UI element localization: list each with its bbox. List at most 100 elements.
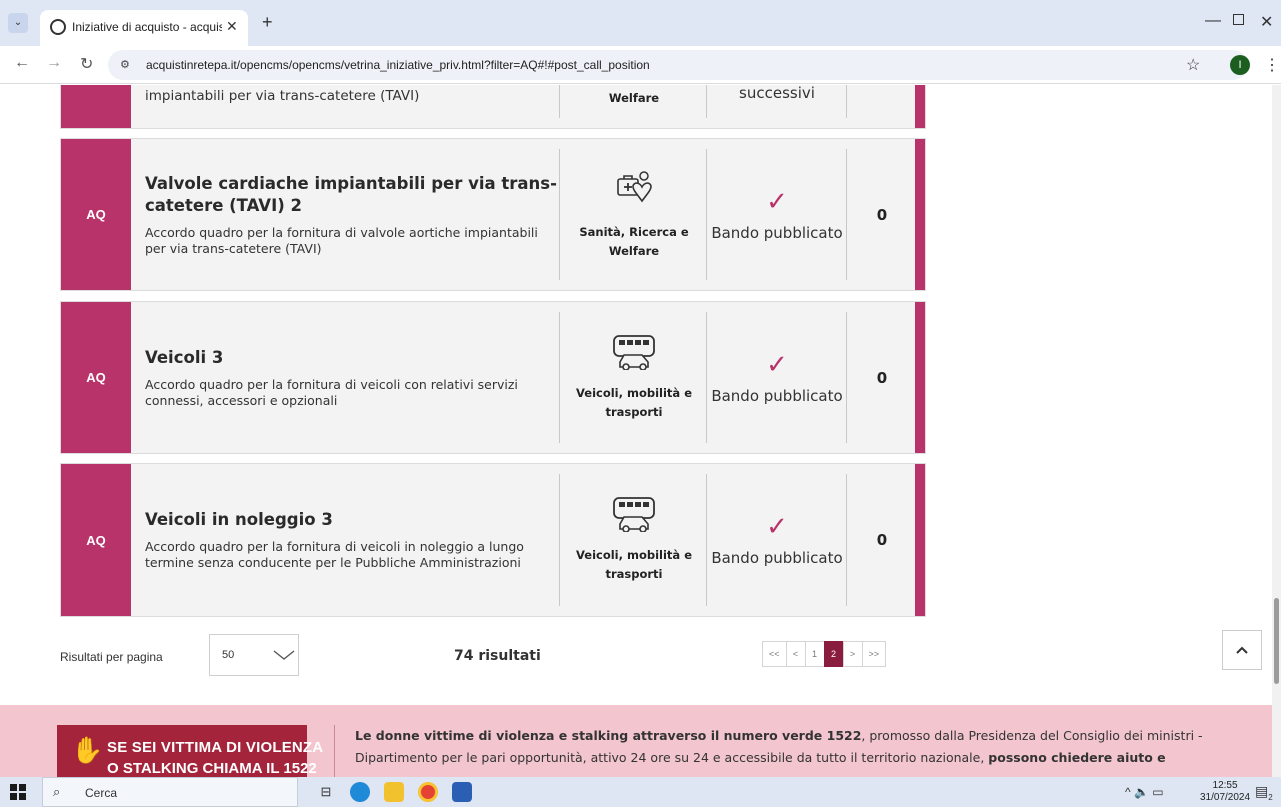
- results-count: 74 risultati: [454, 648, 541, 664]
- notification-center-icon[interactable]: ▤2: [1255, 783, 1273, 802]
- divider: [559, 149, 560, 280]
- system-tray[interactable]: ^ 🔈 ▭: [1125, 785, 1164, 799]
- results-per-page-select[interactable]: 50: [209, 634, 299, 676]
- checkmark-icon: ✓: [766, 185, 788, 216]
- minimize-icon[interactable]: —: [1205, 12, 1221, 30]
- edge-icon[interactable]: [350, 782, 370, 802]
- globe-icon: [50, 19, 66, 35]
- next-page-button[interactable]: >: [842, 641, 863, 667]
- card-tag: [61, 85, 131, 128]
- card-title[interactable]: Veicoli in noleggio 3: [145, 509, 557, 531]
- page-viewport: impiantabili per via trans-catetere (TAV…: [0, 85, 1281, 777]
- vehicles-icon: [613, 497, 655, 532]
- notification-count: 2: [1268, 792, 1273, 802]
- browser-menu-icon[interactable]: ⋮: [1264, 55, 1280, 75]
- divider: [559, 85, 560, 118]
- scroll-to-top-button[interactable]: [1222, 630, 1262, 670]
- card-description: impiantabili per via trans-catetere (TAV…: [145, 88, 420, 104]
- results-per-page-label: Risultati per pagina: [60, 650, 163, 664]
- card-category: Veicoli, mobilità e trasporti: [576, 385, 692, 419]
- page-1-button[interactable]: 1: [804, 641, 825, 667]
- banner-text: Le donne vittime di violenza e stalking …: [355, 725, 1215, 769]
- banner-text-bold-2: possono chiedere aiuto e: [988, 750, 1166, 765]
- chevron-up-icon: [1236, 646, 1248, 654]
- address-bar[interactable]: ⚙ acquistinretepa.it/opencms/opencms/vet…: [108, 50, 1248, 80]
- card-accent-bar: [915, 139, 925, 290]
- windows-start-icon[interactable]: [10, 784, 26, 800]
- page-2-button[interactable]: 2: [823, 641, 844, 667]
- logo-line-2: O STALKING CHIAMA IL 1522: [107, 760, 317, 777]
- card-status: Bando pubblicato: [711, 223, 843, 242]
- card-count: 0: [876, 205, 888, 224]
- checkmark-icon: ✓: [766, 511, 788, 541]
- card-category: Sanità, Ricerca e Welfare: [579, 224, 689, 258]
- tab-close-icon[interactable]: ✕: [226, 18, 238, 35]
- tab-title: Iniziative di acquisto - acquistin: [72, 20, 222, 34]
- card-tag: AQ: [61, 464, 131, 616]
- hand-icon: ✋: [71, 735, 104, 765]
- card-accent-bar: [915, 302, 925, 453]
- logo-line-1: SE SEI VITTIMA DI VIOLENZA: [107, 739, 324, 756]
- card-tag: AQ: [61, 302, 131, 453]
- divider: [334, 725, 335, 777]
- reload-icon[interactable]: ↻: [80, 54, 93, 74]
- divider: [559, 474, 560, 606]
- page-scrollbar[interactable]: [1272, 85, 1281, 777]
- prev-page-button[interactable]: <: [785, 641, 806, 667]
- site-settings-icon[interactable]: ⚙: [120, 58, 130, 71]
- card-count: 0: [876, 368, 888, 387]
- card-status: Bando pubblicato: [711, 386, 843, 405]
- forward-arrow-icon[interactable]: →: [46, 54, 62, 72]
- file-explorer-icon[interactable]: [384, 782, 404, 802]
- task-view-icon[interactable]: ⊟: [316, 782, 336, 802]
- card-tag: AQ: [61, 139, 131, 290]
- pagination: << < 1 2 > >>: [762, 641, 887, 667]
- clock-date: 31/07/2024: [1200, 792, 1251, 803]
- initiative-card[interactable]: AQ Veicoli in noleggio 3 Accordo quadro …: [60, 463, 926, 617]
- restore-icon[interactable]: [1233, 14, 1244, 25]
- card-description: Accordo quadro per la fornitura di veico…: [145, 539, 524, 570]
- card-category: Veicoli, mobilità e trasporti: [576, 548, 692, 581]
- banner-text-bold: Le donne vittime di violenza e stalking …: [355, 728, 862, 743]
- card-category: Welfare: [608, 91, 660, 105]
- first-page-button[interactable]: <<: [762, 641, 787, 667]
- initiative-card-partial[interactable]: impiantabili per via trans-catetere (TAV…: [60, 85, 926, 129]
- initiative-card[interactable]: AQ Veicoli 3 Accordo quadro per la forni…: [60, 301, 926, 454]
- url-text[interactable]: acquistinretepa.it/opencms/opencms/vetri…: [146, 58, 650, 72]
- card-count: 0: [876, 531, 888, 549]
- back-arrow-icon[interactable]: ←: [14, 54, 30, 72]
- divider: [846, 85, 847, 118]
- chrome-icon[interactable]: [418, 782, 438, 802]
- card-title[interactable]: Valvole cardiache impiantabili per via t…: [145, 173, 557, 217]
- browser-toolbar: ← → ↻ ⚙ acquistinretepa.it/opencms/openc…: [0, 46, 1281, 84]
- office-app-icon[interactable]: [452, 782, 472, 802]
- clock-time: 12:55: [1212, 780, 1238, 791]
- initiative-card[interactable]: AQ Valvole cardiache impiantabili per vi…: [60, 138, 926, 291]
- vehicles-icon: [613, 334, 655, 370]
- card-description: Accordo quadro per la fornitura di veico…: [145, 376, 518, 408]
- per-page-value: 50: [222, 649, 235, 661]
- scrollbar-thumb[interactable]: [1274, 598, 1279, 684]
- chevron-down-icon: [273, 650, 295, 660]
- profile-avatar[interactable]: I: [1230, 55, 1250, 75]
- divider: [559, 312, 560, 443]
- card-status: Bando pubblicato: [711, 549, 843, 567]
- violence-helpline-banner: ✋ SE SEI VITTIMA DI VIOLENZA O STALKING …: [0, 705, 1272, 777]
- windows-taskbar: ⌕ Cerca ⊟ ^ 🔈 ▭ 12:55 31/07/2024 ▤2: [0, 777, 1281, 807]
- taskbar-search-placeholder: Cerca: [85, 786, 118, 800]
- window-close-icon[interactable]: ✕: [1260, 12, 1273, 32]
- healthcare-icon: [617, 170, 652, 202]
- taskbar-clock[interactable]: 12:55 31/07/2024: [1200, 780, 1250, 804]
- helpline-1522-logo[interactable]: ✋ SE SEI VITTIMA DI VIOLENZA O STALKING …: [57, 725, 323, 777]
- checkmark-icon: ✓: [766, 348, 788, 379]
- card-status: successivi: [739, 85, 815, 102]
- browser-tab-bar: ⌄ Iniziative di acquisto - acquistin ✕ +…: [0, 0, 1281, 46]
- browser-tab[interactable]: Iniziative di acquisto - acquistin ✕: [40, 10, 248, 46]
- bookmark-star-icon[interactable]: ☆: [1186, 55, 1200, 75]
- taskbar-search-box[interactable]: ⌕ Cerca: [42, 777, 298, 807]
- last-page-button[interactable]: >>: [861, 641, 887, 667]
- tab-list-chevron-icon[interactable]: ⌄: [8, 13, 28, 33]
- card-title[interactable]: Veicoli 3: [145, 347, 557, 369]
- card-accent-bar: [915, 85, 925, 128]
- new-tab-icon[interactable]: +: [262, 12, 273, 33]
